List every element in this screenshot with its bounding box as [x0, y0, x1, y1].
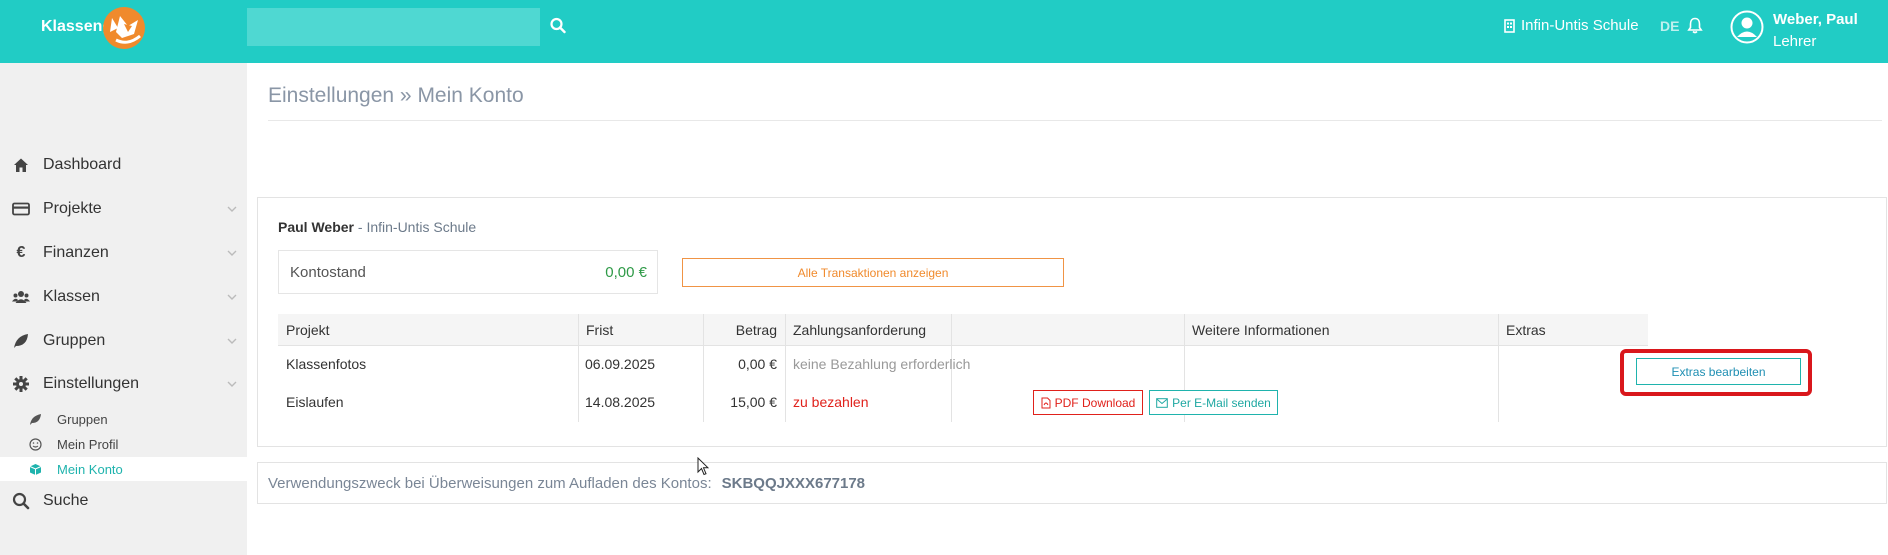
building-icon [1504, 18, 1515, 33]
search-icon [12, 492, 30, 510]
chevron-down-icon [227, 338, 237, 344]
fox-logo-icon [103, 7, 145, 49]
pdf-download-label: PDF Download [1054, 395, 1136, 410]
main-content: Einstellungen » Mein Konto Paul Weber - … [247, 63, 1888, 555]
sidebar-item-label: Dashboard [43, 156, 122, 173]
sidebar-subitem-label: Mein Profil [57, 436, 119, 452]
leaf-icon [14, 334, 28, 348]
cube-icon [29, 463, 42, 475]
table-cell-status: zu bezahlen [793, 394, 869, 410]
leaf-icon [30, 413, 41, 425]
chevron-down-icon [227, 294, 237, 300]
euro-icon: € [16, 244, 26, 261]
user-role: Lehrer [1773, 33, 1817, 50]
sidebar-subitem-label: Mein Konto [57, 461, 123, 477]
table-cell-amount: 15,00 € [730, 394, 777, 410]
payment-reference-bar: Verwendungszweck bei Überweisungen zum A… [257, 462, 1887, 504]
column-divider [785, 314, 786, 422]
sidebar: Dashboard Projekte € Finanzen Klassen Gr… [0, 63, 247, 555]
send-email-label: Per E-Mail senden [1172, 395, 1271, 410]
credit-card-icon [12, 202, 30, 216]
table-cell-status: keine Bezahlung erforderlich [793, 356, 971, 372]
table-cell-deadline: 14.08.2025 [585, 394, 656, 410]
column-divider [578, 314, 579, 422]
balance-label: Kontostand [290, 264, 366, 281]
chevron-down-icon [227, 381, 237, 387]
sidebar-item-projekte[interactable]: Projekte [0, 189, 247, 229]
search-input[interactable] [247, 8, 540, 46]
column-header: Frist [578, 314, 703, 346]
send-email-button[interactable]: Per E-Mail senden [1149, 390, 1278, 415]
owner-school: - Infin-Untis Schule [354, 219, 477, 235]
sidebar-item-einstellungen[interactable]: Einstellungen [0, 364, 247, 404]
chevron-down-icon [227, 206, 237, 212]
smile-icon [29, 437, 42, 451]
sidebar-item-label: Suche [43, 492, 89, 509]
sidebar-item-label: Projekte [43, 200, 102, 217]
table-cell-project: Klassenfotos [286, 356, 367, 372]
gear-icon [13, 376, 29, 392]
column-header: Weitere Informationen [1184, 314, 1498, 346]
column-header: Zahlungsanforderung [785, 314, 951, 346]
divider [268, 120, 1882, 121]
file-pdf-icon [1041, 397, 1051, 408]
sidebar-subitem-mein-profil[interactable]: Mein Profil [0, 432, 247, 456]
account-card: Paul Weber - Infin-Untis Schule Kontosta… [257, 197, 1887, 447]
column-divider [1498, 314, 1499, 422]
balance-box: Kontostand 0,00 € [278, 250, 658, 294]
sidebar-subitem-mein-konto[interactable]: Mein Konto [0, 457, 247, 481]
page-title: Einstellungen » Mein Konto [268, 84, 524, 107]
sidebar-subitem-label: Gruppen [57, 411, 108, 427]
search-icon[interactable] [550, 17, 566, 35]
column-header: Projekt [278, 314, 578, 346]
envelope-icon [1156, 397, 1168, 408]
sidebar-subitem-gruppen[interactable]: Gruppen [0, 407, 247, 431]
user-name[interactable]: Weber, Paul [1773, 11, 1858, 28]
column-header: Betrag [703, 314, 785, 346]
sidebar-item-gruppen[interactable]: Gruppen [0, 321, 247, 361]
table-cell-deadline: 06.09.2025 [585, 356, 656, 372]
users-icon [12, 291, 30, 303]
sidebar-item-label: Einstellungen [43, 375, 140, 392]
bell-icon[interactable] [1687, 17, 1703, 34]
sidebar-item-label: Gruppen [43, 332, 106, 349]
edit-extras-button[interactable]: Extras bearbeiten [1636, 358, 1801, 385]
mouse-cursor-icon [697, 457, 709, 476]
sidebar-item-label: Klassen [43, 288, 100, 305]
table-cell-project: Eislaufen [286, 394, 344, 410]
sidebar-item-suche[interactable]: Suche [0, 481, 247, 521]
payment-reference-label: Verwendungszweck bei Überweisungen zum A… [268, 474, 712, 492]
sidebar-item-label: Finanzen [43, 244, 109, 261]
chevron-down-icon [227, 250, 237, 256]
top-header: Klassengeld Infin-Untis Schule DE Weber,… [0, 0, 1888, 63]
balance-value: 0,00 € [605, 264, 647, 281]
sidebar-item-klassen[interactable]: Klassen [0, 277, 247, 317]
avatar-icon[interactable] [1730, 10, 1764, 44]
payment-reference-code: SKBQQJXXX677178 [721, 474, 866, 492]
column-header: Extras [1498, 314, 1648, 346]
all-transactions-button[interactable]: Alle Transaktionen anzeigen [682, 258, 1064, 287]
sidebar-item-dashboard[interactable]: Dashboard [0, 145, 247, 185]
table-cell-amount: 0,00 € [738, 356, 777, 372]
school-link[interactable]: Infin-Untis Schule [1504, 17, 1639, 34]
owner-name: Paul Weber [278, 219, 354, 235]
language-switch[interactable]: DE [1660, 18, 1679, 34]
school-name: Infin-Untis Schule [1521, 17, 1639, 34]
sidebar-item-finanzen[interactable]: € Finanzen [0, 233, 247, 273]
home-icon [14, 158, 28, 172]
account-owner: Paul Weber - Infin-Untis Schule [278, 219, 476, 235]
column-header [951, 314, 1184, 346]
pdf-download-button[interactable]: PDF Download [1033, 390, 1143, 415]
